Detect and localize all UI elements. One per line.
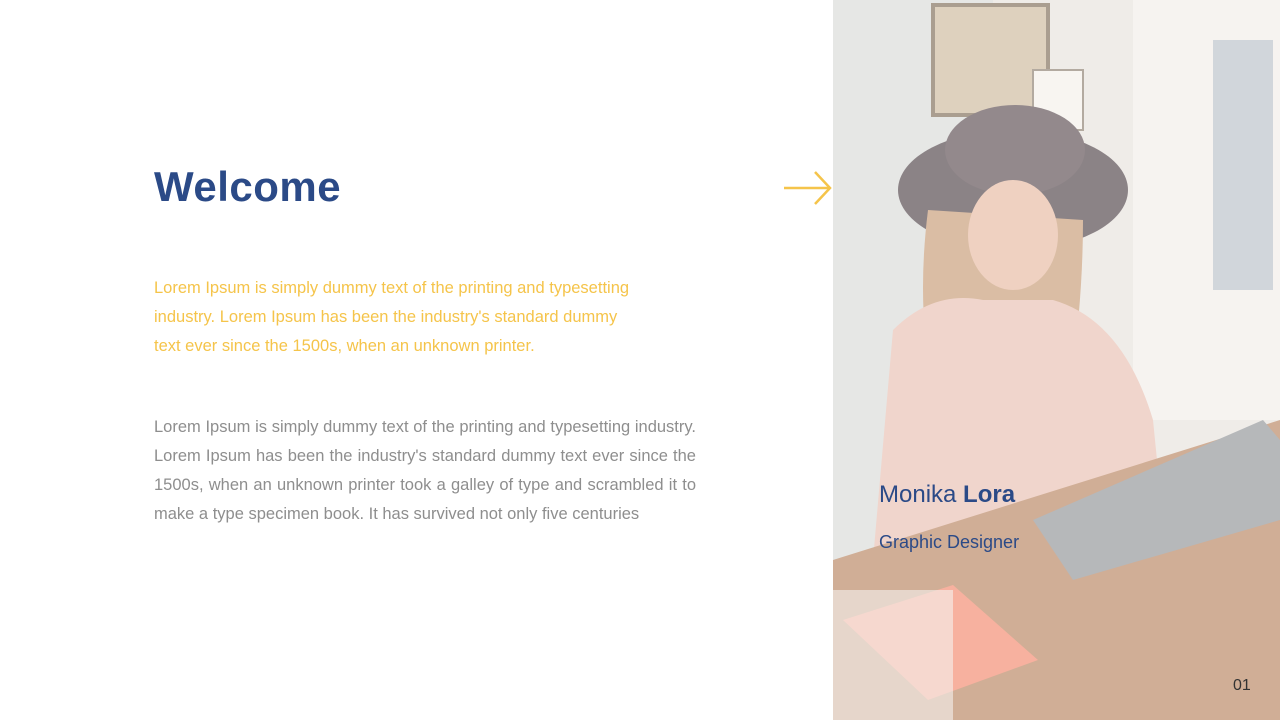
slide-title: Welcome <box>154 163 342 210</box>
arrow-right-icon <box>782 168 834 208</box>
intro-paragraph: Lorem Ipsum is simply dummy text of the … <box>154 279 630 355</box>
profile-first-name: Monika <box>879 481 957 508</box>
profile-name: Monika Lora <box>879 481 1015 509</box>
profile-photo <box>833 0 1280 720</box>
profile-last-name: Lora <box>963 481 1016 508</box>
page-number: 01 <box>1233 677 1251 694</box>
body-paragraph: Lorem Ipsum is simply dummy text of the … <box>154 418 696 523</box>
profile-role: Graphic Designer <box>879 532 1020 552</box>
slide: Welcome Lorem Ipsum is simply dummy text… <box>0 0 1280 720</box>
